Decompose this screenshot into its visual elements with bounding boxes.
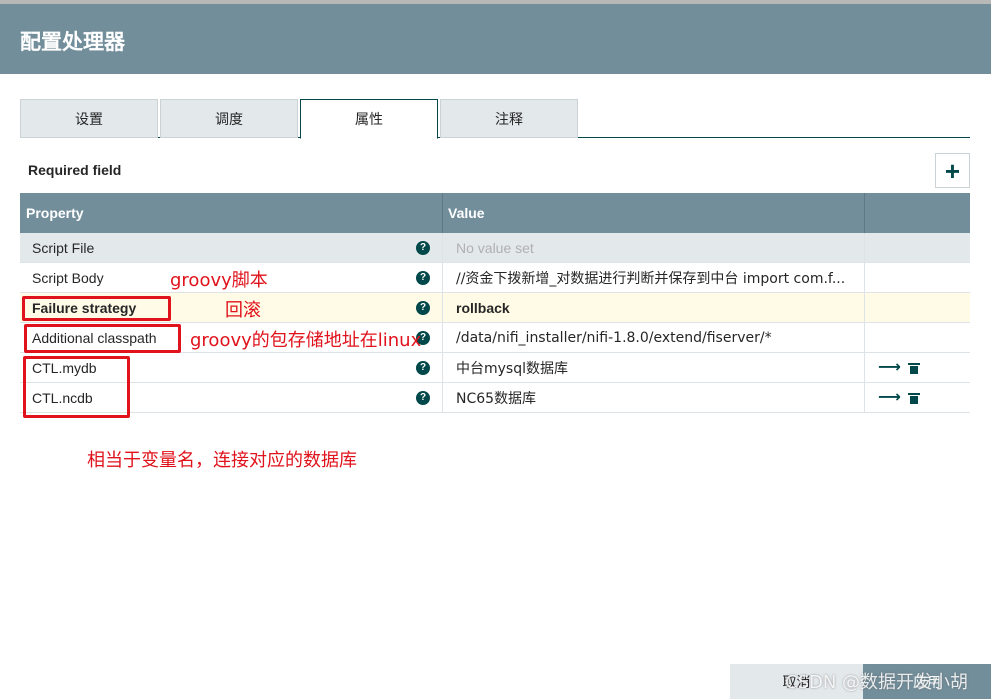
- annotation-box-classpath: [24, 324, 181, 353]
- plus-icon: +: [944, 155, 961, 186]
- property-value[interactable]: rollback: [443, 293, 865, 323]
- arrow-right-icon[interactable]: ⟶: [878, 390, 901, 406]
- row-actions: ⟶: [865, 353, 970, 383]
- question-circle-icon[interactable]: ?: [416, 271, 430, 285]
- property-label: Script File: [32, 240, 95, 256]
- property-value[interactable]: NC65数据库: [443, 383, 865, 413]
- annotation-classpath: groovy的包存储地址在linux: [190, 330, 422, 351]
- value-column-header[interactable]: Value: [443, 193, 865, 233]
- arrow-right-icon[interactable]: ⟶: [878, 360, 901, 376]
- trash-icon[interactable]: [907, 362, 920, 374]
- table-row[interactable]: CTL.ncdb ? NC65数据库 ⟶: [20, 383, 970, 413]
- annotation-box-failure: [22, 296, 171, 321]
- question-circle-icon[interactable]: ?: [416, 361, 430, 375]
- property-value[interactable]: No value set: [443, 233, 865, 263]
- annotation-script-body: groovy脚本: [170, 270, 268, 291]
- watermark: CSDN @数据开发小胡: [785, 672, 969, 693]
- row-actions: [865, 263, 970, 293]
- required-field-label: Required field: [28, 162, 122, 178]
- question-circle-icon[interactable]: ?: [416, 391, 430, 405]
- tab-properties[interactable]: 属性: [300, 99, 438, 139]
- row-actions: [865, 293, 970, 323]
- tab-bar: 设置 调度 属性 注释: [20, 99, 970, 139]
- table-row[interactable]: Script Body ? //资金下拨新增_对数据进行判断并保存到中台 imp…: [20, 263, 970, 293]
- property-column-header[interactable]: Property: [20, 193, 443, 233]
- annotation-box-ctl: [23, 356, 130, 418]
- table-row[interactable]: Script File ? No value set: [20, 233, 970, 263]
- property-value[interactable]: //资金下拨新增_对数据进行判断并保存到中台 import com.f...: [443, 263, 865, 293]
- table-header: Property Value: [20, 193, 970, 233]
- property-value[interactable]: /data/nifi_installer/nifi-1.8.0/extend/f…: [443, 323, 865, 353]
- row-actions: [865, 323, 970, 353]
- trash-icon[interactable]: [907, 392, 920, 404]
- row-actions: ⟶: [865, 383, 970, 413]
- question-circle-icon[interactable]: ?: [416, 241, 430, 255]
- actions-column-header: [865, 193, 970, 233]
- tab-scheduling[interactable]: 调度: [160, 99, 298, 138]
- dialog-title: 配置处理器: [20, 30, 125, 54]
- tab-comments[interactable]: 注释: [440, 99, 578, 138]
- property-value[interactable]: 中台mysql数据库: [443, 353, 865, 383]
- add-property-button[interactable]: +: [935, 153, 970, 188]
- row-actions: [865, 233, 970, 263]
- property-name: Script File ?: [20, 233, 443, 263]
- tab-settings[interactable]: 设置: [20, 99, 158, 138]
- property-label: Script Body: [32, 270, 104, 286]
- annotation-failure-strategy: 回滚: [225, 300, 261, 321]
- dialog-header: 配置处理器: [0, 4, 991, 74]
- table-row[interactable]: CTL.mydb ? 中台mysql数据库 ⟶: [20, 353, 970, 383]
- question-circle-icon[interactable]: ?: [416, 301, 430, 315]
- annotation-ctl: 相当于变量名，连接对应的数据库: [87, 450, 357, 471]
